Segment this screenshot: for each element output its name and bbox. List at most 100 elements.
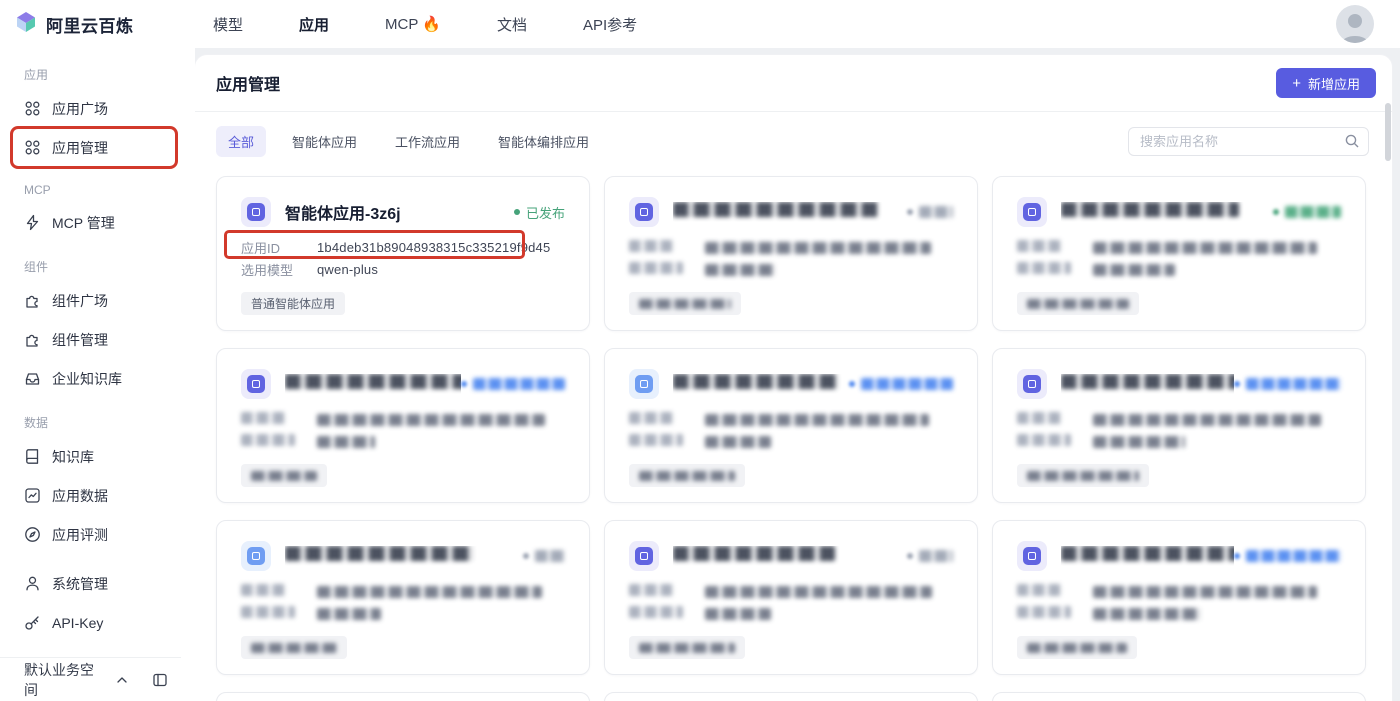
topnav-item-0[interactable]: 模型 — [213, 14, 243, 35]
status-dot-icon — [523, 553, 529, 559]
app-card[interactable] — [992, 176, 1366, 331]
sidebar-item-label: 应用评测 — [52, 526, 108, 543]
status-text: 已发布 — [525, 205, 565, 221]
sidebar-item-label: MCP 管理 — [52, 214, 115, 231]
topnav-item-1[interactable]: 应用 — [299, 14, 329, 35]
model-row-redacted — [629, 604, 953, 623]
sidebar-item-3-1[interactable]: 应用数据 — [0, 476, 195, 515]
sidebar-section: 数据知识库应用数据应用评测 — [0, 398, 195, 554]
app-type-tag-redacted — [241, 464, 327, 487]
filter-tabs: 全部 智能体应用 工作流应用 智能体编排应用 — [216, 126, 601, 157]
status-badge-redacted — [523, 550, 565, 562]
header-divider — [195, 111, 1392, 112]
sidebar-item-2-2[interactable]: 企业知识库 — [0, 359, 195, 398]
sidebar-item-2-0[interactable]: 组件广场 — [0, 281, 195, 320]
toolbar: 全部 智能体应用 工作流应用 智能体编排应用 — [216, 126, 1369, 157]
model-row-redacted — [241, 432, 565, 451]
panel-header: 应用管理 + 新增应用 — [195, 55, 1392, 111]
sidebar-section: 组件 组件广场 组件管理 企业知识库 — [0, 242, 195, 398]
user-icon — [24, 575, 41, 592]
layout-panel-icon[interactable] — [151, 671, 169, 689]
topnav-item-2[interactable]: MCP 🔥 — [385, 15, 441, 33]
app-card[interactable] — [216, 520, 590, 675]
app-card[interactable]: 智能体应用-3z6j 已发布应用ID 1b4deb31b89048938315c33… — [216, 176, 590, 331]
sidebar-section-header: 数据 — [24, 416, 49, 430]
book-icon — [24, 448, 41, 465]
search-input[interactable] — [1128, 127, 1369, 156]
scrollbar-thumb[interactable] — [1385, 103, 1391, 161]
sidebar-item-0-1[interactable]: 应用管理 — [0, 126, 195, 169]
bolt-icon — [24, 214, 41, 231]
app-card[interactable] — [604, 520, 978, 675]
status-dot-icon — [461, 381, 467, 387]
page-title: 应用管理 — [216, 77, 281, 94]
topnav-item-4[interactable]: API参考 — [583, 14, 637, 35]
status-dot-icon — [1234, 381, 1240, 387]
app-title-redacted — [285, 374, 461, 394]
sidebar-item-2-1[interactable]: 组件管理 — [0, 320, 195, 359]
app-card-partial[interactable] — [604, 692, 978, 701]
model-row-redacted — [241, 604, 565, 623]
app-type-tag-redacted — [1017, 464, 1149, 487]
status-dot-icon — [907, 209, 913, 215]
app-card[interactable] — [992, 348, 1366, 503]
search-icon[interactable] — [1344, 133, 1360, 149]
chevron-up-icon[interactable] — [113, 671, 131, 689]
avatar[interactable] — [1336, 5, 1374, 43]
tab-2[interactable]: 工作流应用 — [383, 126, 472, 157]
card-header — [1017, 197, 1341, 227]
status-badge-redacted — [907, 550, 953, 562]
app-title-redacted — [673, 374, 849, 394]
sidebar-item-4-1[interactable]: API-Key — [0, 603, 195, 642]
workspace-switcher[interactable]: 默认业务空间 — [0, 657, 181, 701]
status-badge-redacted — [1234, 550, 1341, 562]
app-type-tag-redacted — [1017, 292, 1139, 315]
sidebar-section: MCP MCP 管理 — [0, 167, 195, 242]
new-app-button[interactable]: + 新增应用 — [1276, 68, 1376, 98]
app-type-icon — [629, 541, 659, 571]
app-id-row-redacted — [241, 582, 565, 601]
card-header — [629, 541, 953, 571]
grid-icon — [24, 100, 41, 117]
app-id-row-redacted — [629, 238, 953, 257]
logo[interactable]: 阿里云百炼 — [0, 10, 195, 39]
sidebar-item-label: 应用管理 — [52, 139, 108, 156]
plus-icon: + — [1292, 74, 1301, 92]
app-id-label: 应用ID — [241, 241, 281, 256]
scrollbar-track[interactable] — [1383, 113, 1391, 701]
model-row-redacted — [629, 432, 953, 451]
sidebar-item-1-0[interactable]: MCP 管理 — [0, 203, 195, 242]
card-header: 智能体应用-3z6j 已发布 — [241, 197, 565, 227]
app-id-row-redacted — [241, 410, 565, 429]
app-card-partial[interactable] — [992, 692, 1366, 701]
app-card[interactable] — [604, 348, 978, 503]
sidebar-item-4-0[interactable]: 系统管理 — [0, 564, 195, 603]
model-row-redacted — [1017, 432, 1341, 451]
tab-1[interactable]: 智能体应用 — [280, 126, 369, 157]
sidebar-item-label: API-Key — [52, 614, 104, 631]
sidebar-section: 系统管理 API-Key — [0, 554, 195, 642]
app-card-partial[interactable] — [216, 692, 590, 701]
app-card[interactable] — [216, 348, 590, 503]
sidebar-item-0-0[interactable]: 应用广场 — [0, 89, 195, 128]
sidebar-item-3-0[interactable]: 知识库 — [0, 437, 195, 476]
tab-3[interactable]: 智能体编排应用 — [486, 126, 601, 157]
app-title-redacted — [1061, 546, 1234, 566]
app-title: 智能体应用-3z6j — [285, 206, 401, 223]
app-type-icon — [241, 369, 271, 399]
app-id-row-redacted — [1017, 582, 1341, 601]
topnav-item-3[interactable]: 文档 — [497, 14, 527, 35]
inbox-icon — [24, 370, 41, 387]
grid-icon — [24, 139, 41, 156]
app-type-tag-redacted — [1017, 636, 1137, 659]
tab-0[interactable]: 全部 — [216, 126, 267, 157]
app-card[interactable] — [992, 520, 1366, 675]
app-id-row-redacted — [1017, 410, 1341, 429]
app-type-tag-redacted — [241, 636, 347, 659]
app-id-value: 1b4deb31b89048938315c335219f9d45 — [317, 240, 551, 255]
sidebar-item-3-2[interactable]: 应用评测 — [0, 515, 195, 554]
app-id-row-redacted — [629, 582, 953, 601]
sidebar-item-label: 知识库 — [52, 448, 94, 465]
app-card[interactable] — [604, 176, 978, 331]
top-navigation: 模型 应用 MCP 🔥 文档 API参考 — [213, 14, 637, 35]
